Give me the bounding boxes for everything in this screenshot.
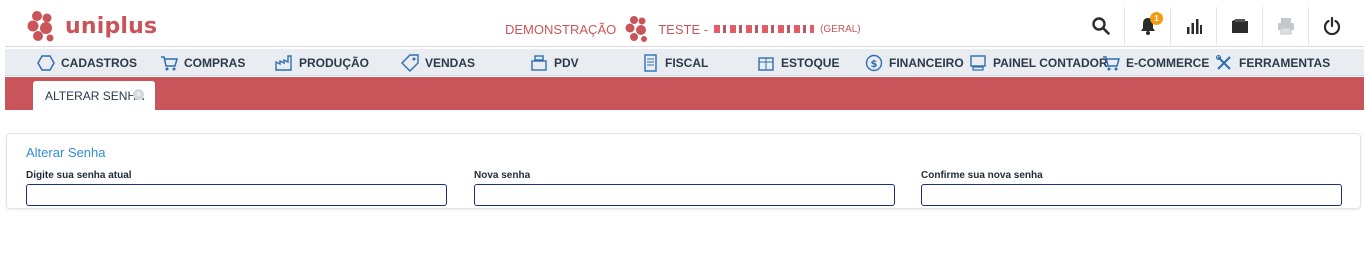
company-logo-icon: [625, 16, 648, 42]
printer-icon: [1277, 18, 1294, 35]
logo-mark-icon: [27, 11, 54, 42]
company-scope: (GERAL): [820, 23, 861, 35]
notification-badge: 1: [1150, 12, 1163, 25]
new-password-field: Nova senha: [474, 170, 895, 206]
cart-icon: [1103, 55, 1120, 70]
confirm-password-input[interactable]: [921, 184, 1342, 206]
search-icon: [1092, 17, 1110, 35]
svg-text:$: $: [871, 59, 878, 70]
change-password-card: Alterar Senha Digite sua senha atual Nov…: [6, 133, 1361, 209]
box-icon: [758, 56, 774, 71]
folder-button[interactable]: [1216, 7, 1262, 45]
menu-label: FISCAL: [665, 55, 709, 70]
tools-icon: [1216, 54, 1231, 70]
tag-icon: [401, 53, 419, 72]
bar-chart-icon: [1186, 19, 1202, 34]
menu-label: FERRAMENTAS: [1239, 55, 1331, 70]
menu-label: ESTOQUE: [781, 55, 840, 70]
mode-label: DEMONSTRAÇÃO: [505, 21, 617, 37]
company-indicator: DEMONSTRAÇÃO TESTE - (GERAL): [505, 15, 861, 43]
power-icon: [1323, 16, 1340, 36]
menu-label: E-COMMERCE: [1126, 55, 1210, 70]
menu-item-producao[interactable]: PRODUÇÃO: [275, 49, 369, 76]
menu-label: PDV: [554, 55, 579, 70]
confirm-password-label: Confirme sua nova senha: [921, 170, 1043, 181]
current-password-label: Digite sua senha atual: [26, 170, 132, 181]
menu-item-vendas[interactable]: VENDAS: [401, 49, 475, 76]
menu-item-fiscal[interactable]: FISCAL: [641, 49, 708, 76]
folder-icon: [1231, 19, 1248, 33]
monitor-icon: [970, 54, 986, 71]
current-password-field: Digite sua senha atual: [26, 170, 447, 206]
document-icon: [644, 53, 657, 72]
tab-label: ALTERAR SENHA: [45, 88, 145, 103]
menu-item-painel-contador[interactable]: PAINEL CONTADOR: [969, 49, 1108, 76]
tab-alterar-senha[interactable]: ALTERAR SENHA ×: [33, 81, 155, 110]
new-password-input[interactable]: [474, 184, 895, 206]
uniplus-logo[interactable]: uniplus: [25, 10, 157, 42]
hexagon-icon: [37, 54, 55, 71]
top-header: uniplus DEMONSTRAÇÃO TESTE - (GERAL) 1: [5, 5, 1364, 47]
menu-label: COMPRAS: [184, 55, 246, 70]
cart-icon: [161, 55, 178, 70]
tab-bar: [5, 77, 1364, 110]
redacted-company-text: [714, 25, 815, 33]
reports-button[interactable]: [1170, 7, 1216, 45]
search-button[interactable]: [1078, 7, 1124, 45]
menu-item-estoque[interactable]: ESTOQUE: [757, 49, 839, 76]
menu-label: VENDAS: [425, 55, 476, 70]
header-toolbar: 1: [1078, 7, 1354, 45]
menu-item-cadastros[interactable]: CADASTROS: [37, 49, 137, 76]
logout-button[interactable]: [1308, 7, 1354, 45]
menu-item-financeiro[interactable]: $ FINANCEIRO: [865, 49, 964, 76]
menu-label: PRODUÇÃO: [299, 55, 370, 70]
dollar-icon: $: [865, 54, 883, 71]
current-password-input[interactable]: [26, 184, 447, 206]
print-button[interactable]: [1262, 7, 1308, 45]
confirm-password-field: Confirme sua nova senha: [921, 170, 1342, 206]
menu-label: CADASTROS: [61, 55, 138, 70]
menu-item-compras[interactable]: COMPRAS: [160, 49, 245, 76]
new-password-label: Nova senha: [474, 170, 531, 181]
menu-item-e-commerce[interactable]: E-COMMERCE: [1102, 49, 1209, 76]
form-title: Alterar Senha: [26, 145, 106, 160]
logo-text: uniplus: [65, 13, 158, 39]
factory-icon: [275, 54, 292, 71]
menu-label: PAINEL CONTADOR: [993, 55, 1108, 70]
menu-item-ferramentas[interactable]: FERRAMENTAS: [1215, 49, 1330, 76]
main-menu: CADASTROS COMPRAS PRODUÇÃO VENDAS PDV FI…: [5, 49, 1364, 76]
menu-item-pdv[interactable]: PDV: [530, 49, 579, 76]
close-tab-icon[interactable]: ×: [133, 89, 144, 100]
notifications-button[interactable]: 1: [1124, 7, 1170, 45]
menu-label: FINANCEIRO: [889, 55, 964, 70]
company-name: TESTE -: [658, 21, 709, 37]
register-icon: [531, 54, 547, 71]
